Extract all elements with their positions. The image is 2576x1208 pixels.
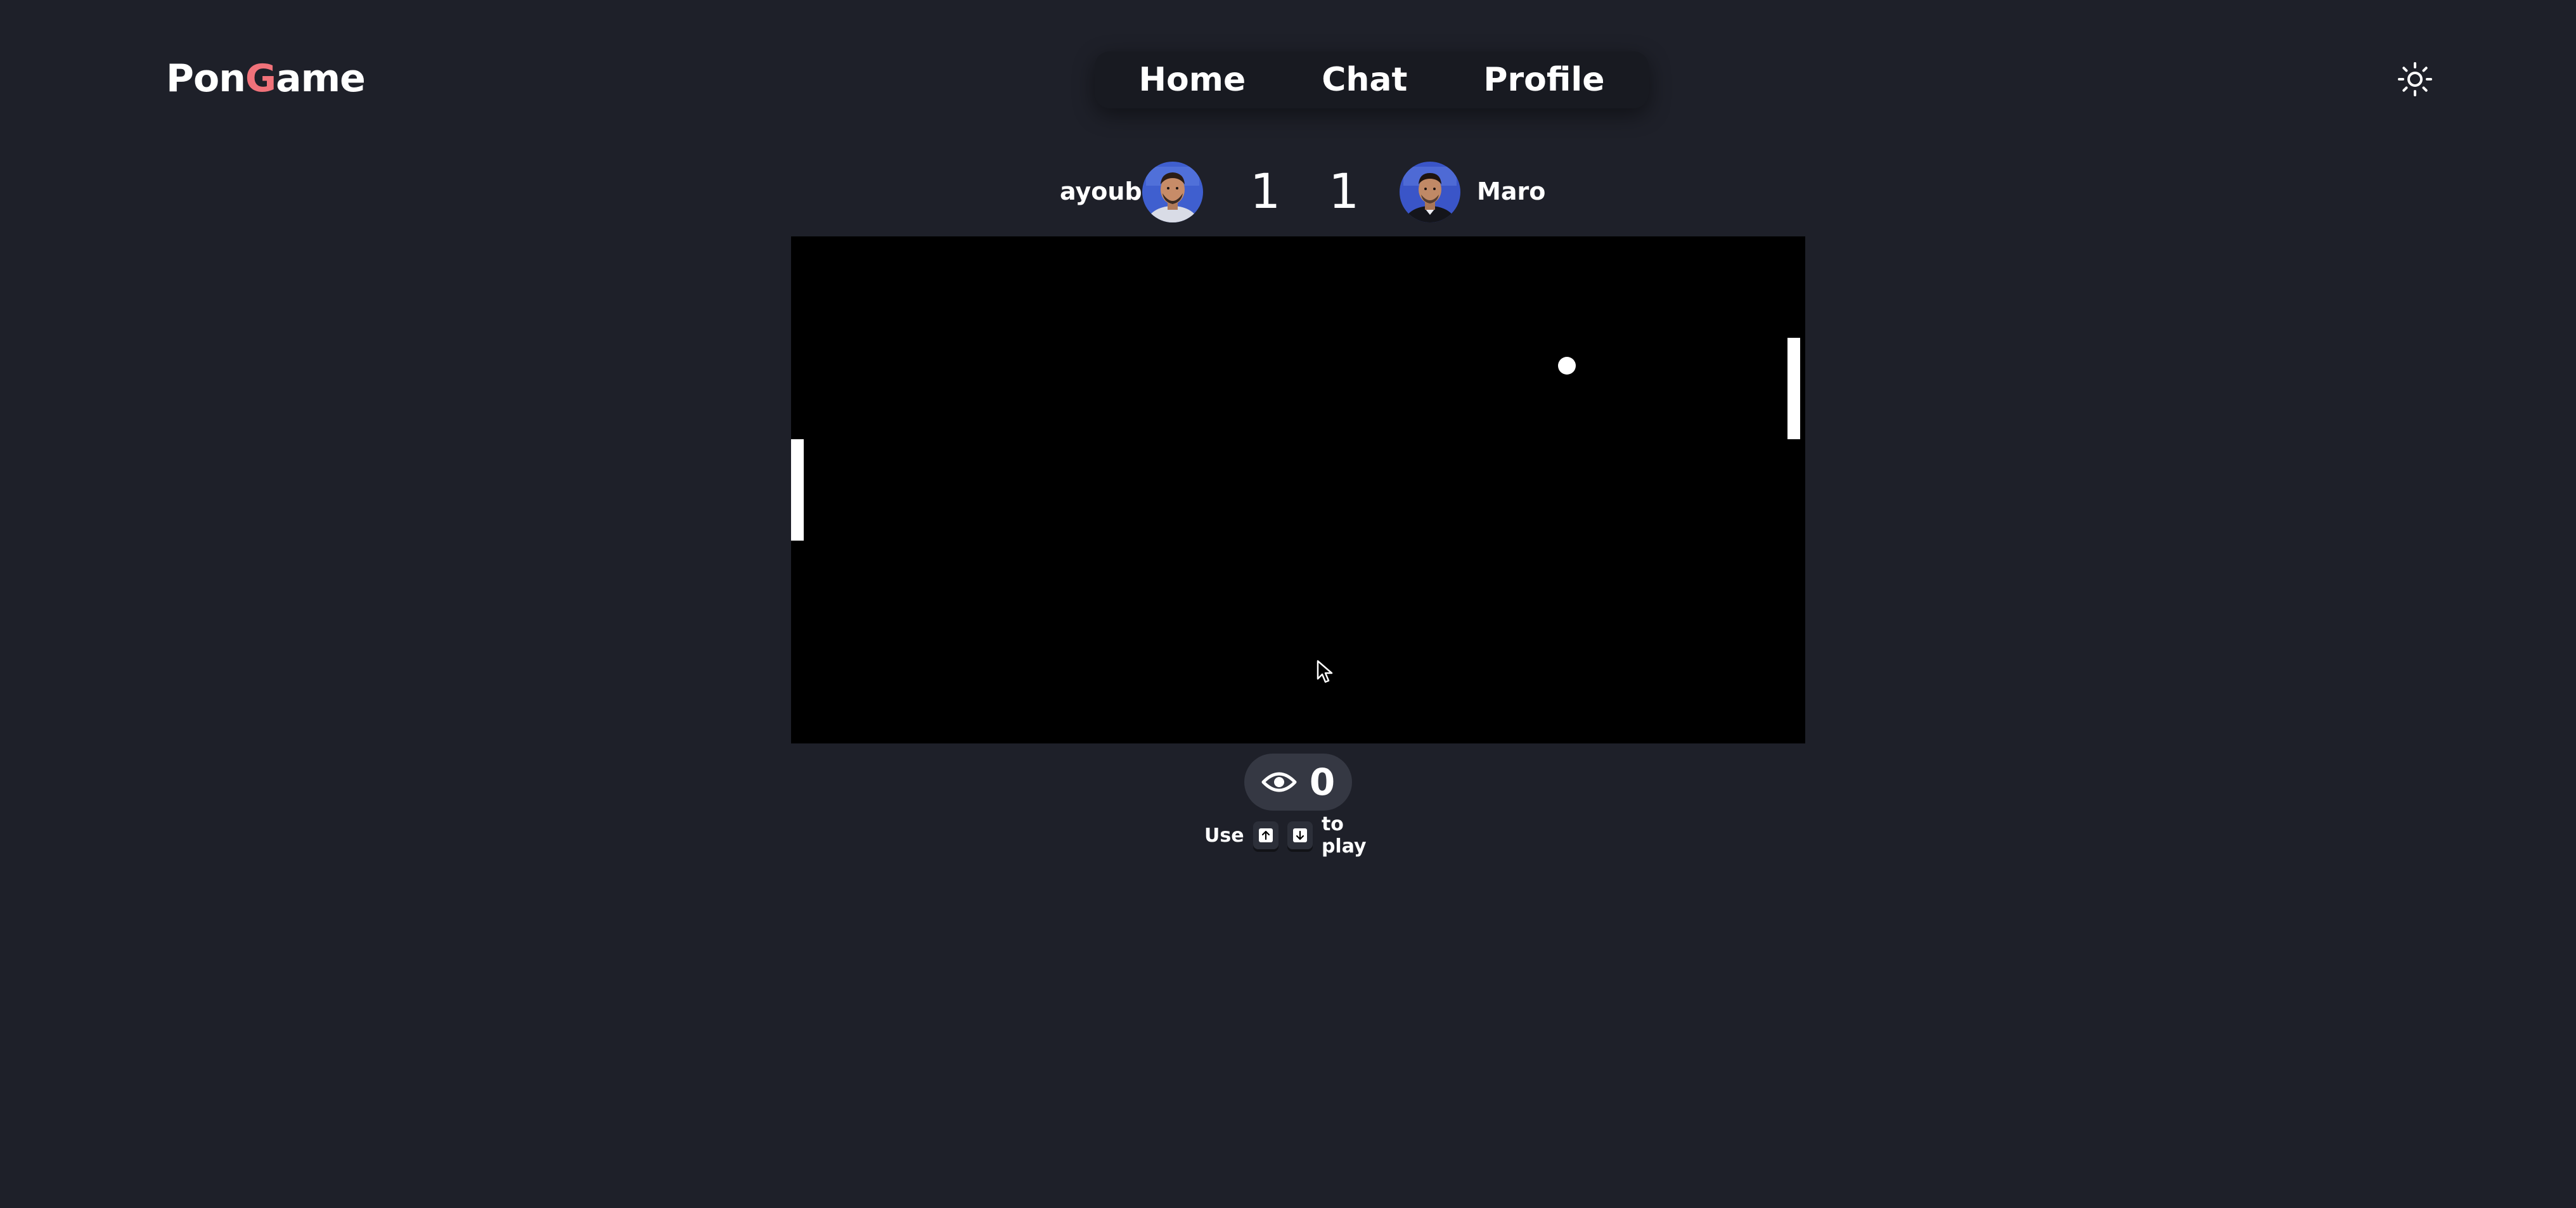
- arrow-up-icon: [1261, 830, 1270, 840]
- player-left-name: ayoub: [1060, 177, 1142, 205]
- controls-hint: Use to play: [1204, 813, 1392, 858]
- ball: [1558, 357, 1576, 375]
- down-key: [1287, 821, 1313, 849]
- player-left-avatar[interactable]: [1142, 162, 1203, 222]
- logo-text-part1: Pon: [166, 56, 246, 101]
- main-nav: Home Chat Profile: [1095, 51, 1649, 108]
- sun-icon: [2398, 62, 2432, 96]
- mouse-cursor-icon: [1317, 660, 1333, 683]
- player-right-name: Maro: [1477, 177, 1546, 205]
- arrow-down-icon: [1296, 830, 1304, 840]
- spectator-counter: 0: [1244, 754, 1352, 811]
- nav-home[interactable]: Home: [1139, 51, 1246, 108]
- left-paddle[interactable]: [791, 439, 804, 541]
- nav-profile[interactable]: Profile: [1483, 51, 1604, 108]
- avatar-photo-right: [1400, 162, 1460, 222]
- player-right-score: 1: [1329, 163, 1360, 219]
- logo-text-accent: G: [245, 56, 276, 101]
- up-key: [1253, 821, 1278, 849]
- theme-toggle-button[interactable]: [2397, 61, 2433, 97]
- player-right-avatar[interactable]: [1400, 162, 1460, 222]
- app-logo[interactable]: PonGame: [166, 53, 366, 104]
- controls-hint-suffix: to play: [1321, 813, 1367, 858]
- logo-text-part3: ame: [276, 56, 366, 101]
- player-left-score: 1: [1250, 163, 1281, 219]
- eye-icon: [1261, 772, 1297, 792]
- game-court[interactable]: [791, 236, 1805, 743]
- controls-hint-prefix: Use: [1204, 824, 1244, 847]
- avatar-photo-left: [1142, 162, 1203, 222]
- spectator-count: 0: [1309, 761, 1336, 804]
- right-paddle: [1787, 338, 1800, 439]
- nav-chat[interactable]: Chat: [1322, 51, 1407, 108]
